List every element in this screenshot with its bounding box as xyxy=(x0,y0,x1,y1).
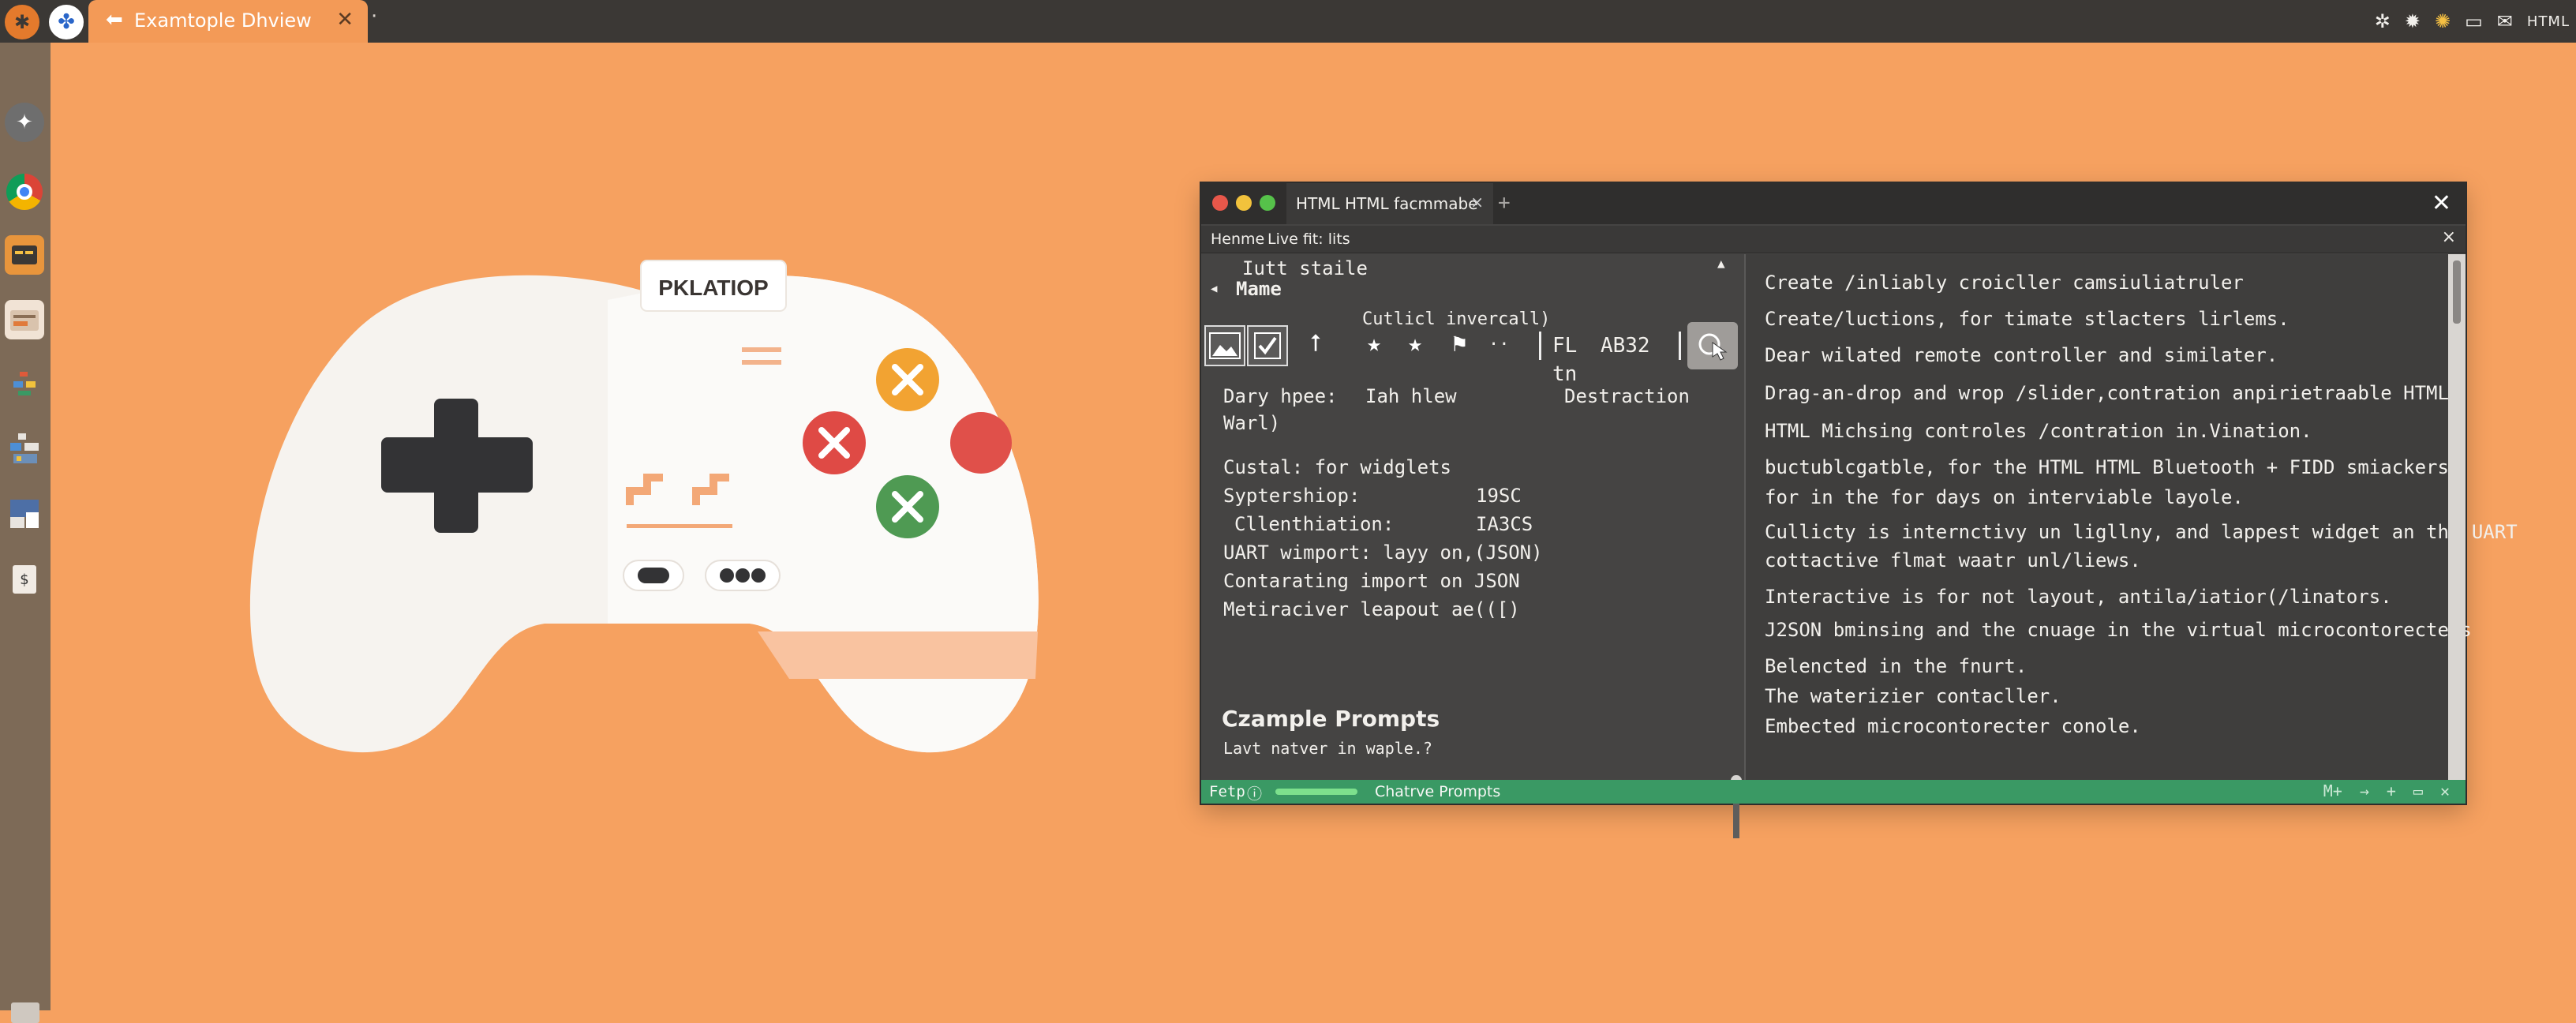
status-left-label: Fetp xyxy=(1209,783,1245,800)
trash-icon[interactable] xyxy=(11,1002,39,1023)
terminal-window: HTML HTML facmmabe × + ✕ Henme Live fit:… xyxy=(1201,183,2518,838)
ab-field-prefix: FL xyxy=(1552,334,1578,358)
menu-item-live[interactable]: Live fit: lits xyxy=(1267,230,1350,248)
row-label: Syptershiop: xyxy=(1223,485,1361,507)
status-right-label[interactable]: M+ xyxy=(2323,781,2342,800)
row-label: Cllenthiation: xyxy=(1234,513,1395,535)
menubar-close-icon[interactable]: × xyxy=(2442,227,2456,247)
back-arrow-icon[interactable]: ⬅ xyxy=(106,8,123,32)
menu-item-home[interactable]: Henme xyxy=(1211,230,1264,248)
pane-heading: Iutt staile xyxy=(1242,257,1368,279)
prompt-line: cottactive flmat waatr unl/liews. xyxy=(1765,549,2141,571)
window-tab-title: HTML HTML facmmabe xyxy=(1296,194,1478,213)
new-tab-button[interactable]: · xyxy=(371,5,377,28)
browser-tab-active[interactable]: ⬅ Examtople Dhview ✕ xyxy=(88,0,368,43)
image-tool-button[interactable] xyxy=(1204,325,1245,366)
window-new-tab-button[interactable]: + xyxy=(1498,191,1511,215)
system-tray: ✲ ✹ ✺ ▭ ✉ HTML xyxy=(2375,0,2570,43)
row-value: Iah hlew xyxy=(1365,385,1457,407)
files-app-icon[interactable] xyxy=(5,300,44,339)
bluetooth-app-icon[interactable]: ✱ xyxy=(5,5,39,39)
pointer-hand-button[interactable] xyxy=(1687,322,1738,369)
window-close-icon[interactable]: ✕ xyxy=(2432,189,2451,217)
prompts-title: Czample Prompts xyxy=(1222,706,1440,732)
row-right-label: Destraction xyxy=(1564,385,1690,407)
status-bar: Fetp ⓘ Chatrve Prompts M+ → + ▭ ✕ xyxy=(1201,780,2466,804)
window-scrollbar[interactable] xyxy=(2448,254,2466,780)
window-manager-icon[interactable] xyxy=(5,494,44,534)
prompt-line: Belencted in the fnurt. xyxy=(1765,655,2027,677)
row-value: IA3CS xyxy=(1476,513,1533,535)
prompt-line: buctublcgatble, for the HTML HTML Blueto… xyxy=(1765,456,2461,478)
status-middle-label: Chatrve Prompts xyxy=(1375,783,1501,800)
network-app-icon[interactable] xyxy=(5,429,44,469)
document-dollar-icon[interactable]: $ xyxy=(13,565,36,594)
window-close-dot[interactable] xyxy=(1212,195,1228,211)
window-menubar: Henme Live fit: lits × xyxy=(1201,226,2466,253)
row-continuation: Warl) xyxy=(1223,412,1281,434)
prompt-line: Embected microcontorecter conole. xyxy=(1765,715,2141,737)
mail-icon[interactable]: ✉ xyxy=(2497,10,2513,32)
gamepad-illustration: PKLATIOP xyxy=(237,237,1058,789)
window-icon[interactable]: ▭ xyxy=(2465,10,2483,32)
prompt-line: Create/luctions, for timate stlacters li… xyxy=(1765,308,2290,330)
pinwheel-app-icon[interactable]: ✤ xyxy=(49,5,84,39)
row-label: Dary hpee: xyxy=(1223,385,1338,407)
section-label: Mame xyxy=(1236,278,1282,300)
prompt-line: HTML Michsing controles /contration in.V… xyxy=(1765,420,2312,442)
row-label: Custal: for widglets xyxy=(1223,456,1451,478)
right-pane: Create /inliably croicller camsiuliatrul… xyxy=(1744,254,2518,780)
checkbox-tool-button[interactable] xyxy=(1247,325,1288,366)
row-label: Contarating import on JSON xyxy=(1223,570,1520,592)
toolbar-caption: Cutlicl invercall) xyxy=(1362,309,1551,329)
prompt-line: Interactive is for not layout, antila/ia… xyxy=(1765,586,2392,608)
brightness-icon[interactable]: ✹ xyxy=(2405,10,2421,32)
sparkle-app-icon[interactable]: ✦ xyxy=(5,103,44,142)
sun-icon[interactable]: ✺ xyxy=(2435,10,2451,32)
row-label: UART wimport: layy on,(JSON) xyxy=(1223,541,1543,564)
arrow-icon[interactable]: → xyxy=(2360,781,2369,800)
tools-app-icon[interactable] xyxy=(5,365,44,404)
prompt-line: Dear wilated remote controller and simil… xyxy=(1765,344,2278,366)
left-dock: ✦ $ xyxy=(0,43,51,1023)
upload-arrow-icon[interactable]: ⭡ xyxy=(1310,330,1321,358)
row-value: 19SC xyxy=(1476,485,1522,507)
ab-field[interactable]: FL AB32 tn xyxy=(1539,332,1681,386)
window-tab[interactable]: HTML HTML facmmabe × xyxy=(1286,183,1493,224)
window-titlebar: HTML HTML facmmabe × + ✕ xyxy=(1201,183,2466,224)
prompt-line: The waterizier contacller. xyxy=(1765,685,2061,707)
tab-title: Examtople Dhview xyxy=(134,9,312,32)
window-minimize-dot[interactable] xyxy=(1236,195,1252,211)
gamepad-brand-label: PKLATIOP xyxy=(658,275,768,300)
star-icon[interactable]: ★ xyxy=(1408,330,1422,358)
tray-label: HTML xyxy=(2526,13,2570,30)
flag-icon[interactable]: ⚑ xyxy=(1452,330,1466,358)
prompt-line: J2SON bminsing and the cnuage in the vir… xyxy=(1765,619,2472,641)
star-icon[interactable]: ★ xyxy=(1367,330,1381,358)
prompt-line: for in the for days on interviable layol… xyxy=(1765,486,2244,508)
prompt-line: Cullicty is internctivy un ligllny, and … xyxy=(1765,521,2518,543)
window-maximize-dot[interactable] xyxy=(1260,195,1275,211)
window-tab-close-icon[interactable]: × xyxy=(1470,193,1484,212)
scrollbar-thumb[interactable] xyxy=(2453,260,2461,324)
window-icon[interactable]: ▭ xyxy=(2413,781,2423,800)
collapse-arrow-icon[interactable]: ◀ xyxy=(1211,283,1217,295)
row-label: Metiraciver leapout ae(([) xyxy=(1223,598,1520,620)
pane-scroll-up-icon[interactable]: ▲ xyxy=(1717,256,1725,271)
prompts-subtitle: Lavt natver in waple.? xyxy=(1223,739,1432,758)
close-icon[interactable]: ✕ xyxy=(2440,781,2450,800)
settings-gear-icon[interactable]: ✲ xyxy=(2375,10,2391,32)
left-pane: Iutt staile ▲ ◀ Mame Cutlicl invercall) … xyxy=(1201,254,1743,838)
status-info-icon[interactable]: ⓘ xyxy=(1247,782,1262,804)
tab-close-icon[interactable]: ✕ xyxy=(336,8,354,32)
chrome-icon[interactable] xyxy=(5,172,44,212)
status-progress-bar xyxy=(1275,789,1357,795)
top-tab-bar: ✱ ✤ ⬅ Examtople Dhview ✕ · ✲ ✹ ✺ ▭ ✉ HTM… xyxy=(0,0,2576,43)
prompt-line: Drag-an-drop and wrop /slider,contration… xyxy=(1765,382,2449,404)
prompt-line: Create /inliably croicller camsiuliatrul… xyxy=(1765,272,2244,294)
toolbar-more[interactable]: .. xyxy=(1488,330,1510,350)
terminal-app-icon[interactable] xyxy=(5,235,44,275)
status-right-controls: M+ → + ▭ ✕ xyxy=(2323,781,2450,800)
plus-icon[interactable]: + xyxy=(2387,781,2396,800)
